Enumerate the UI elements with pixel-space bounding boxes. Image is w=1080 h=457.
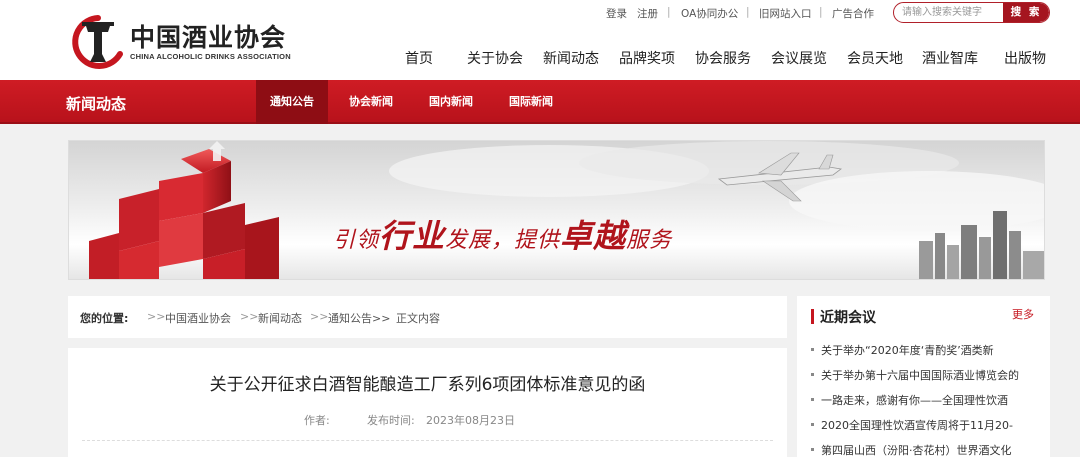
list-item-text: 关于举办“2020年度‘青酌奖’酒类新 [821, 344, 994, 357]
nav-item-home[interactable]: 首页 [405, 48, 433, 68]
article-title: 关于公开征求白酒智能酿造工厂系列6项团体标准意见的函 [209, 375, 646, 395]
site-logo[interactable]: 中国酒业协会 CHINA ALCOHOLIC DRINKS ASSOCIATIO… [68, 14, 318, 70]
site-header: 中国酒业协会 CHINA ALCOHOLIC DRINKS ASSOCIATIO… [0, 0, 1080, 80]
article-date-label: 发布时间: [367, 414, 415, 427]
toplink-separator: | [819, 6, 823, 18]
bullet-icon [811, 397, 814, 401]
toplink-separator: | [667, 6, 671, 18]
tab-international-news[interactable]: 国际新闻 [495, 80, 567, 124]
register-link[interactable]: 注册 [637, 6, 658, 21]
article-divider [82, 440, 773, 441]
toplink-separator: | [746, 6, 750, 18]
nav-item-brand-awards[interactable]: 品牌奖项 [619, 48, 675, 68]
slogan-emphasis: 行业 [379, 217, 446, 255]
list-item[interactable]: 第四届山西（汾阳·杏花村）世界酒文化 [811, 442, 1043, 457]
search-input[interactable] [902, 5, 1002, 20]
list-item-text: 关于举办第十六届中国国际酒业博览会的 [821, 369, 1019, 382]
nav-item-publications[interactable]: 出版物 [1004, 48, 1046, 68]
nav-item-services[interactable]: 协会服务 [695, 48, 751, 68]
panel-title: 近期会议 [820, 310, 876, 326]
tab-notices[interactable]: 通知公告 [256, 80, 328, 124]
breadcrumb: 您的位置: >> 中国酒业协会 >> 新闻动态 >> 通知公告>> 正文内容 [68, 296, 787, 338]
tab-domestic-news[interactable]: 国内新闻 [415, 80, 487, 124]
article-author-label: 作者: [304, 414, 330, 427]
list-item-text: 第四届山西（汾阳·杏花村）世界酒文化 [821, 444, 1012, 457]
nav-item-about[interactable]: 关于协会 [467, 48, 523, 68]
logo-emblem-icon [72, 15, 123, 69]
list-item[interactable]: 关于举办第十六届中国国际酒业博览会的 [811, 367, 1043, 383]
red-cubes-graphic [89, 141, 279, 279]
breadcrumb-separator: >> [310, 310, 329, 323]
nav-item-news[interactable]: 新闻动态 [543, 48, 599, 68]
nav-item-members[interactable]: 会员天地 [847, 48, 903, 68]
slogan-emphasis: 卓越 [560, 217, 627, 255]
logo-text-en: CHINA ALCOHOLIC DRINKS ASSOCIATION [130, 52, 291, 61]
list-item[interactable]: 关于举办“2020年度‘青酌奖’酒类新 [811, 342, 1043, 358]
banner-slogan: 引领行业发展，提供卓越服务 [333, 211, 672, 257]
article-card: 关于公开征求白酒智能酿造工厂系列6项团体标准意见的函 作者: 发布时间: 202… [68, 348, 787, 457]
old-site-link[interactable]: 旧网站入口 [759, 6, 812, 21]
list-item[interactable]: 一路走来，感谢有你——全国理性饮酒 [811, 392, 1043, 408]
slogan-part: 引领 [333, 228, 380, 253]
breadcrumb-separator: >> [240, 310, 259, 323]
section-title: 新闻动态 [66, 95, 127, 113]
logo-text-cn: 中国酒业协会 [130, 23, 287, 52]
bullet-icon [811, 372, 814, 376]
login-link[interactable]: 登录 [606, 6, 627, 21]
nav-item-think-tank[interactable]: 酒业智库 [922, 48, 978, 68]
breadcrumb-item-current: 正文内容 [396, 312, 440, 325]
nav-item-exhibitions[interactable]: 会议展览 [771, 48, 827, 68]
bullet-icon [811, 347, 814, 351]
more-link[interactable]: 更多 [1012, 306, 1034, 322]
hero-banner: 引领行业发展，提供卓越服务 [68, 140, 1045, 280]
breadcrumb-item-news[interactable]: 新闻动态 [258, 310, 302, 326]
search-button[interactable]: 搜 索 [1003, 3, 1049, 22]
ads-link[interactable]: 广告合作 [832, 6, 874, 21]
tab-association-news[interactable]: 协会新闻 [335, 80, 407, 124]
breadcrumb-item-home[interactable]: 中国酒业协会 [165, 310, 231, 326]
bullet-icon [811, 447, 814, 451]
search-box: 搜 索 [893, 2, 1050, 23]
breadcrumb-item-notices[interactable]: 通知公告>> [328, 310, 390, 326]
breadcrumb-separator: >> [147, 310, 166, 323]
slogan-part: 发展，提供 [445, 228, 561, 253]
article-date: 2023年08月23日 [426, 414, 515, 427]
list-item-text: 2020全国理性饮酒宣传周将于11月20- [821, 419, 1013, 432]
breadcrumb-label: 您的位置: [80, 312, 129, 325]
section-subnav: 新闻动态 通知公告 协会新闻 国内新闻 国际新闻 [0, 80, 1080, 124]
panel-accent-bar [811, 309, 814, 324]
oa-link[interactable]: OA协同办公 [681, 6, 738, 21]
recent-meetings-panel: 近期会议 更多 关于举办“2020年度‘青酌奖’酒类新 关于举办第十六届中国国际… [797, 296, 1050, 457]
bullet-icon [811, 422, 814, 426]
list-item[interactable]: 2020全国理性饮酒宣传周将于11月20- [811, 417, 1043, 433]
slogan-part: 服务 [626, 228, 673, 253]
list-item-text: 一路走来，感谢有你——全国理性饮酒 [821, 394, 1008, 407]
